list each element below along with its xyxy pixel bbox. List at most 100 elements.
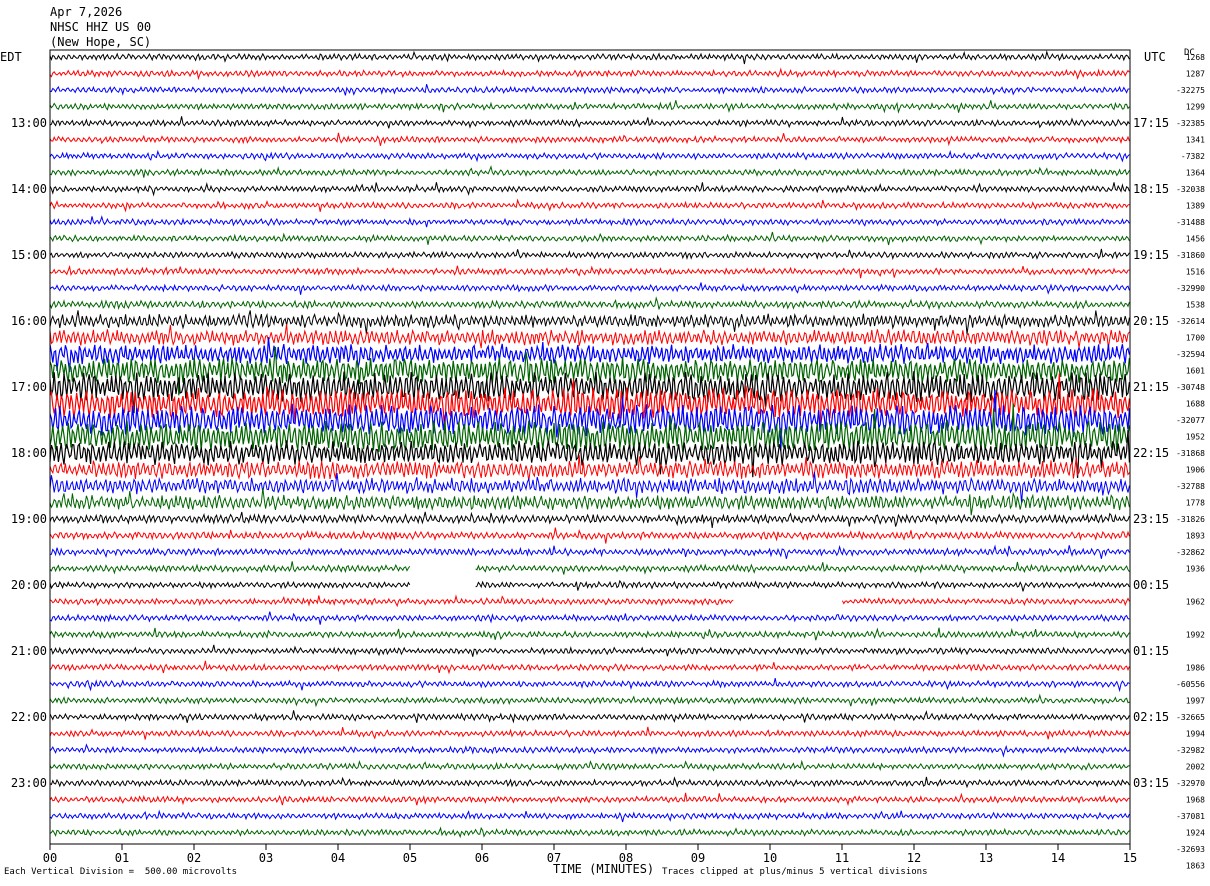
x-tick-label-14: 14 <box>1051 851 1065 865</box>
dc-offset-10: 1389 <box>1186 202 1205 211</box>
dc-offset-6: 1341 <box>1186 136 1205 145</box>
dc-offset-50: 1863 <box>1186 862 1205 871</box>
dc-offset-34: 1962 <box>1186 598 1205 607</box>
trace-4 <box>49 100 1130 114</box>
x-tick-label-02: 02 <box>187 851 201 865</box>
dc-offset-29: -31826 <box>1176 515 1205 524</box>
trace-37 <box>49 644 1130 657</box>
dc-offset-36: 1992 <box>1186 631 1205 640</box>
dc-offset-46: 1968 <box>1186 796 1205 805</box>
trace-34 <box>49 594 1130 608</box>
dc-offset-28: 1778 <box>1186 499 1205 508</box>
trace-30 <box>49 527 1130 544</box>
dc-offset-38: 1986 <box>1186 664 1205 673</box>
dc-offset-40: 1997 <box>1186 697 1205 706</box>
edt-time-19:00: 19:00 <box>11 512 47 526</box>
dc-offset-7: -7382 <box>1181 152 1205 161</box>
edt-time-20:00: 20:00 <box>11 578 47 592</box>
trace-38 <box>49 660 1130 675</box>
utc-time-17:15: 17:15 <box>1133 116 1169 130</box>
dc-offset-22: 1688 <box>1186 400 1205 409</box>
dc-offset-13: -31860 <box>1176 251 1205 260</box>
trace-45 <box>49 776 1130 789</box>
dc-offset-44: 2002 <box>1186 763 1205 772</box>
dc-offset-8: 1364 <box>1186 169 1205 178</box>
edt-time-16:00: 16:00 <box>11 314 47 328</box>
dc-offset-15: -32990 <box>1176 284 1205 293</box>
dc-offset-26: 1906 <box>1186 466 1205 475</box>
utc-time-01:15: 01:15 <box>1133 644 1169 658</box>
dc-offset-11: -31488 <box>1176 218 1205 227</box>
dc-offset-5: -32385 <box>1176 119 1205 128</box>
dc-offset-25: -31868 <box>1176 449 1205 458</box>
trace-32 <box>49 561 1130 575</box>
dc-offset-24: 1952 <box>1186 433 1205 442</box>
trace-15 <box>49 282 1130 295</box>
dc-offset-48: 1924 <box>1186 829 1205 838</box>
x-tick-label-15: 15 <box>1123 851 1137 865</box>
trace-16 <box>49 296 1130 310</box>
trace-17 <box>49 310 1130 335</box>
utc-time-18:15: 18:15 <box>1133 182 1169 196</box>
dc-offset-23: -32077 <box>1176 416 1205 425</box>
trace-7 <box>49 149 1130 163</box>
trace-42 <box>49 726 1130 740</box>
utc-time-20:15: 20:15 <box>1133 314 1169 328</box>
dc-offset-20: 1601 <box>1186 367 1205 376</box>
trace-group <box>49 49 1130 839</box>
x-axis-title: TIME (MINUTES) <box>553 862 655 876</box>
trace-11 <box>49 215 1130 228</box>
dc-offset-27: -32788 <box>1176 482 1205 491</box>
trace-1 <box>49 49 1130 65</box>
trace-40 <box>49 693 1130 708</box>
dc-offset-12: 1456 <box>1186 235 1205 244</box>
dc-offset-49: -32693 <box>1176 845 1205 854</box>
utc-time-22:15: 22:15 <box>1133 446 1169 460</box>
utc-time-19:15: 19:15 <box>1133 248 1169 262</box>
dc-offset-21: -30748 <box>1176 383 1205 392</box>
trace-29 <box>49 511 1130 528</box>
dc-offset-14: 1516 <box>1186 268 1205 277</box>
dc-offset-16: 1538 <box>1186 301 1205 310</box>
dc-offset-45: -32970 <box>1176 779 1205 788</box>
x-tick-label-05: 05 <box>403 851 417 865</box>
edt-time-14:00: 14:00 <box>11 182 47 196</box>
trace-14 <box>49 264 1130 279</box>
edt-time-22:00: 22:00 <box>11 710 47 724</box>
dc-offset-30: 1893 <box>1186 532 1205 541</box>
trace-41 <box>49 710 1130 724</box>
x-tick-label-09: 09 <box>691 851 705 865</box>
x-tick-label-13: 13 <box>979 851 993 865</box>
x-tick-label-04: 04 <box>331 851 345 865</box>
dc-offset-9: -32038 <box>1176 185 1205 194</box>
trace-9 <box>49 182 1130 197</box>
edt-time-18:00: 18:00 <box>11 446 47 460</box>
x-tick-label-12: 12 <box>907 851 921 865</box>
trace-36 <box>49 627 1130 641</box>
x-tick-label-11: 11 <box>835 851 849 865</box>
trace-39 <box>49 677 1130 693</box>
utc-time-21:15: 21:15 <box>1133 380 1169 394</box>
trace-6 <box>49 132 1130 147</box>
trace-28 <box>49 487 1130 516</box>
dc-offset-19: -32594 <box>1176 350 1205 359</box>
dc-offset-17: -32614 <box>1176 317 1205 326</box>
edt-time-13:00: 13:00 <box>11 116 47 130</box>
trace-33 <box>49 579 1130 592</box>
utc-time-23:15: 23:15 <box>1133 512 1169 526</box>
dc-offset-41: -32665 <box>1176 713 1205 722</box>
x-tick-label-00: 00 <box>43 851 57 865</box>
trace-47 <box>49 809 1130 823</box>
dc-offset-43: -32982 <box>1176 746 1205 755</box>
trace-12 <box>49 231 1130 246</box>
trace-48 <box>49 826 1130 839</box>
dc-offset-32: 1936 <box>1186 565 1205 574</box>
x-tick-label-10: 10 <box>763 851 777 865</box>
dc-offset-4: 1299 <box>1186 103 1205 112</box>
utc-time-03:15: 03:15 <box>1133 776 1169 790</box>
trace-2 <box>49 67 1130 81</box>
x-tick-label-01: 01 <box>115 851 129 865</box>
trace-43 <box>49 743 1130 758</box>
dc-offset-42: 1994 <box>1186 730 1205 739</box>
trace-10 <box>49 198 1130 213</box>
